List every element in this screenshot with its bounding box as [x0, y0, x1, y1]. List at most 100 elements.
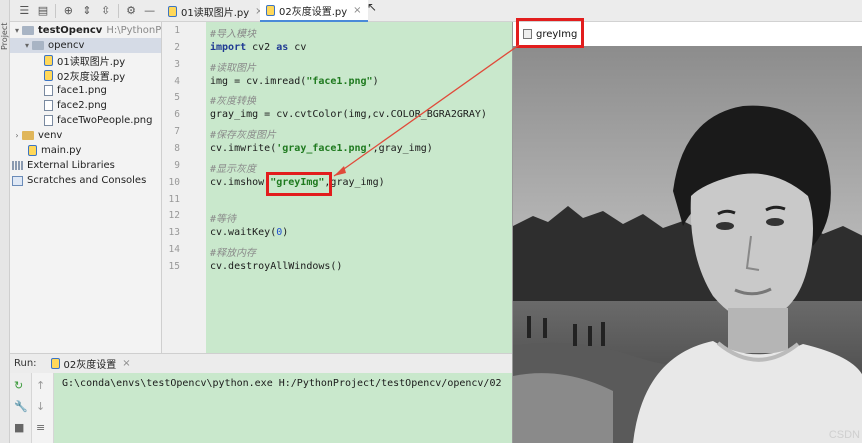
- code-line: cv.waitKey(0): [210, 227, 288, 238]
- watermark: CSDN: [828, 429, 860, 441]
- tree-item-file[interactable]: 02灰度设置.py: [44, 68, 125, 83]
- locate-icon[interactable]: ⊕: [62, 3, 75, 19]
- tree-item-opencv[interactable]: ▾ opencv: [10, 38, 161, 53]
- wrench-icon[interactable]: 🔧: [14, 400, 28, 413]
- code-highlight-box: [266, 172, 332, 196]
- tree-item-label: 01读取图片.py: [57, 57, 126, 68]
- code-token: ): [282, 227, 289, 239]
- image-window[interactable]: greyImg: [512, 22, 862, 443]
- run-console[interactable]: G:\conda\envs\testOpencv\python.exe H:/P…: [54, 373, 512, 443]
- image-file-icon: [44, 100, 53, 111]
- project-toolbar: ☰ ▤ ⊕ ⇕ ⇳ ⚙ —: [10, 0, 162, 22]
- rerun-icon[interactable]: ↻: [14, 379, 23, 392]
- code-token: cv.imwrite(: [210, 142, 277, 154]
- chevron-down-icon[interactable]: ▾: [12, 26, 22, 35]
- line-number: 2: [174, 41, 180, 53]
- run-tab-label: 02灰度设置: [63, 360, 117, 371]
- tree-item-label: face2.png: [57, 100, 107, 111]
- code-token: ,gray_img): [372, 142, 433, 154]
- code-line: cv.imwrite('gray_face1.png',gray_img): [210, 143, 433, 154]
- code-token: ,gray_img): [324, 176, 385, 188]
- code-token: ): [372, 75, 379, 87]
- line-number: 3: [174, 58, 180, 70]
- code-token: cv.destroyAllWindows(): [210, 260, 343, 272]
- code-token: #导入模块: [210, 29, 257, 40]
- tree-item-label: faceTwoPeople.png: [57, 115, 153, 126]
- code-token: #等待: [210, 214, 237, 226]
- gear-icon[interactable]: ⚙: [125, 3, 138, 19]
- line-number: 11: [168, 193, 180, 205]
- code-token: 'gray_face1.png': [276, 142, 373, 154]
- code-line: #导入模块: [210, 25, 256, 40]
- run-tab[interactable]: 02灰度设置 ×: [50, 356, 131, 371]
- line-number: 15: [168, 260, 180, 272]
- run-label: Run:: [14, 358, 37, 369]
- line-number: 14: [168, 244, 180, 256]
- tree-item-file[interactable]: 01读取图片.py: [44, 53, 125, 68]
- grayscale-photo: [513, 46, 862, 443]
- line-number: 12: [168, 210, 180, 222]
- collapse-all-icon[interactable]: ⇳: [99, 3, 112, 19]
- tab-02[interactable]: 02灰度设置.py ×: [260, 0, 368, 22]
- code-token: cv.imshow(: [210, 176, 271, 188]
- code-token: img = cv.imread(: [210, 75, 307, 87]
- tree-item-file[interactable]: faceTwoPeople.png: [44, 113, 152, 128]
- code-line: img = cv.imread("face1.png"): [210, 76, 379, 87]
- tool-window-stripe: Project: [0, 0, 10, 443]
- code-token: import: [210, 41, 247, 53]
- tab-01[interactable]: 01读取图片.py ×: [162, 0, 270, 22]
- python-file-icon: [28, 145, 37, 156]
- tree-item-file[interactable]: face2.png: [44, 98, 107, 113]
- line-number: 1: [174, 25, 180, 36]
- line-number: 9: [174, 159, 180, 171]
- code-line: #灰度转换: [210, 92, 256, 107]
- tab-label: 02灰度设置.py: [279, 6, 348, 18]
- list-view-icon[interactable]: ☰: [18, 3, 31, 19]
- tree-item-root[interactable]: ▾ testOpencv H:\PythonProject: [12, 23, 161, 38]
- code-editor[interactable]: #导入模块 import cv2 as cv #读取图片 img = cv.imrea…: [206, 22, 512, 353]
- line-number: 8: [174, 142, 180, 154]
- chevron-right-icon[interactable]: ›: [12, 131, 22, 140]
- python-file-icon: [44, 55, 53, 66]
- tree-item-label: 02灰度设置.py: [57, 72, 126, 83]
- run-tool-window-header: Run: 02灰度设置 ×: [10, 353, 512, 373]
- code-token: #灰度转换: [210, 96, 257, 108]
- line-number: 5: [174, 92, 180, 104]
- close-icon[interactable]: ×: [122, 358, 130, 369]
- code-token: gray_img = cv.cvtColor(img,cv.COLOR_BGRA…: [210, 109, 487, 121]
- line-number: 7: [174, 126, 180, 138]
- tree-item-label: face1.png: [57, 85, 107, 96]
- line-number: 10: [168, 176, 180, 188]
- arrow-up-icon[interactable]: ↑: [36, 379, 45, 392]
- code-line: gray_img = cv.cvtColor(img,cv.COLOR_BGRA…: [210, 109, 487, 120]
- soft-wrap-icon[interactable]: ≡: [36, 421, 45, 434]
- tree-item-file[interactable]: face1.png: [44, 83, 107, 98]
- root-project-name: testOpencv: [38, 25, 103, 36]
- grayscale-portrait-image: [513, 46, 862, 443]
- line-number: 13: [168, 227, 180, 239]
- image-file-icon: [44, 85, 53, 96]
- minimize-icon[interactable]: —: [143, 3, 156, 19]
- project-tree: ▾ testOpencv H:\PythonProject ▾ opencv 0…: [10, 22, 162, 353]
- library-icon: [12, 161, 23, 170]
- code-line: #释放内存: [210, 244, 256, 259]
- expand-all-icon[interactable]: ⇕: [81, 3, 94, 19]
- project-stripe-button[interactable]: Project: [0, 6, 10, 66]
- close-icon[interactable]: ×: [353, 5, 361, 16]
- stop-icon[interactable]: ■: [14, 421, 24, 434]
- code-line: cv.destroyAllWindows(): [210, 261, 342, 272]
- code-token: as: [276, 41, 289, 53]
- tree-item-venv[interactable]: › venv: [12, 128, 62, 143]
- tree-item-file[interactable]: main.py: [28, 143, 81, 158]
- folder-icon: [22, 26, 34, 35]
- tree-item-label: venv: [38, 130, 63, 141]
- tab-label: 01读取图片.py: [181, 7, 250, 19]
- mouse-cursor-icon: ↖: [367, 0, 378, 14]
- sidebar-icon[interactable]: ▤: [37, 3, 50, 19]
- tree-item-external-libraries[interactable]: External Libraries: [12, 158, 115, 173]
- code-token: cv: [288, 41, 307, 53]
- code-line: import cv2 as cv: [210, 42, 306, 53]
- tree-item-scratches[interactable]: Scratches and Consoles: [12, 173, 146, 188]
- chevron-down-icon[interactable]: ▾: [22, 41, 32, 50]
- arrow-down-icon[interactable]: ↓: [36, 400, 45, 413]
